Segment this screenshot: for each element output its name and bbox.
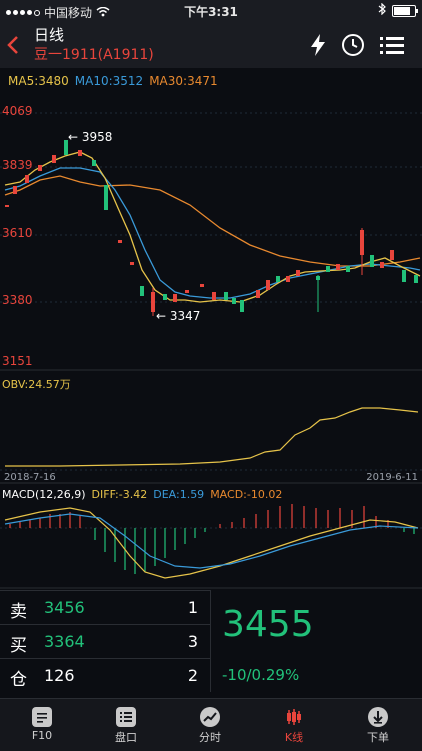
macd-legend: MACD(12,26,9) DIFF:-3.42 DEA:1.59 MACD:-… [2,488,282,501]
ma10-line [4,167,421,299]
obv-line [5,407,419,467]
high-annotation: ← 3958 [68,130,113,144]
divider [210,590,211,692]
price-tick: 3151 [2,354,33,368]
kline-chart[interactable] [0,0,422,590]
list-icon [116,707,136,727]
tab-kline[interactable]: K线 [252,699,336,751]
download-icon [368,707,388,727]
low-value: 3347 [169,309,201,323]
buy-label: 买 [10,636,27,656]
candlestick-icon [284,707,304,727]
position-qty: 2 [187,666,198,685]
buy-price: 3364 [44,632,85,651]
obv-label: OBV:24.57万 [2,378,71,391]
sell-qty: 1 [187,598,198,617]
price-tick: 3610 [2,226,33,240]
macd-params: MACD(12,26,9) [2,488,86,501]
sell-label: 卖 [10,602,27,622]
tab-orderbook[interactable]: 盘口 [84,699,168,751]
diff-line [4,507,419,579]
trade-panel: 卖 3456 1 买 3364 3 仓 126 2 [0,590,422,692]
high-value: 3958 [81,130,113,144]
candles [5,140,418,316]
tab-order[interactable]: 下单 [336,699,420,751]
tab-label: 分时 [199,731,221,744]
dea-line [4,513,419,569]
macd-value: MACD:-10.02 [210,488,283,501]
tab-label: 下单 [367,731,389,744]
date-start: 2018-7-16 [4,472,56,483]
tab-f10[interactable]: F10 [0,699,84,751]
price-change: -10/0.29% [222,666,300,684]
position-value: 126 [44,666,75,685]
price-tick: 4069 [2,104,33,118]
ma30-line [4,175,421,267]
tab-label: 盘口 [115,731,137,744]
buy-row[interactable]: 买 3364 3 [0,624,210,659]
sell-price: 3456 [44,598,85,617]
position-label: 仓 [10,670,27,690]
low-annotation: ← 3347 [156,309,201,323]
tab-intraday[interactable]: 分时 [168,699,252,751]
tab-label: F10 [31,729,53,742]
document-icon [32,707,52,727]
trend-icon [200,707,220,727]
date-end: 2019-6-11 [366,472,418,483]
price-tick: 3839 [2,158,33,172]
macd-diff: DIFF:-3.42 [91,488,148,501]
tab-label: K线 [284,731,304,744]
macd-dea: DEA:1.59 [153,488,205,501]
sell-row[interactable]: 卖 3456 1 [0,590,210,625]
tab-bar: F10 盘口 分时 K线 下单 [0,698,422,751]
position-row: 仓 126 2 [0,658,210,693]
last-price: 3455 [222,604,314,645]
ma5-line [4,151,421,303]
buy-qty: 3 [187,632,198,651]
price-tick: 3380 [2,293,33,307]
